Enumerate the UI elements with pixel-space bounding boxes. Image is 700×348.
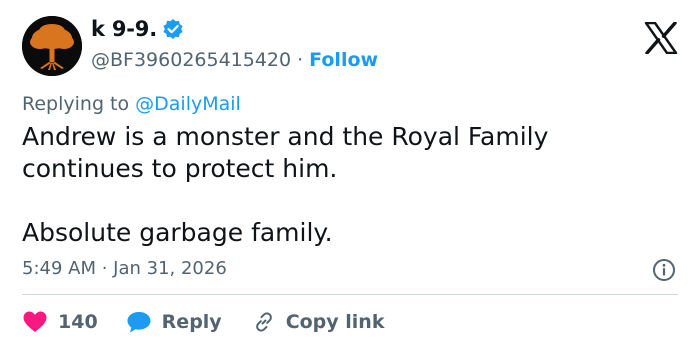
reply-target-link[interactable]: @DailyMail bbox=[135, 93, 241, 115]
tree-avatar-image bbox=[22, 16, 82, 76]
follow-button[interactable]: Follow bbox=[309, 49, 378, 71]
reply-label: Reply bbox=[161, 311, 222, 333]
tweet-line: Andrew is a monster and the Royal Family bbox=[22, 122, 549, 151]
tweet-line: continues to protect him. bbox=[22, 154, 338, 183]
author-display-name[interactable]: k 9-9. bbox=[91, 17, 157, 41]
author-handle[interactable]: @BF3960265415420 bbox=[91, 49, 291, 71]
tweet-timestamp[interactable]: 5:49 AM · Jan 31, 2026 bbox=[22, 258, 227, 279]
x-logo-icon[interactable] bbox=[644, 22, 678, 54]
replying-to-label: Replying to bbox=[22, 93, 136, 115]
avatar[interactable] bbox=[22, 16, 82, 76]
heart-icon bbox=[23, 311, 47, 332]
copy-link-label: Copy link bbox=[285, 311, 385, 333]
info-icon[interactable] bbox=[652, 258, 676, 282]
reply-bubble-icon bbox=[127, 312, 151, 333]
copy-link-button[interactable]: Copy link bbox=[252, 310, 385, 334]
verified-badge-icon bbox=[162, 18, 184, 40]
author-handle-row: @BF3960265415420 · Follow bbox=[91, 49, 378, 71]
replying-to: Replying to @DailyMail bbox=[22, 93, 241, 115]
link-icon bbox=[255, 312, 272, 332]
tweet-text: Andrew is a monster and the Royal Family… bbox=[22, 121, 662, 249]
separator-dot: · bbox=[297, 49, 304, 71]
like-count: 140 bbox=[58, 311, 98, 333]
reply-button[interactable]: Reply bbox=[126, 310, 222, 334]
author-name-row: k 9-9. bbox=[91, 17, 184, 41]
action-bar: 140 Reply Copy link bbox=[22, 308, 414, 336]
divider bbox=[22, 294, 678, 295]
like-button[interactable]: 140 bbox=[22, 310, 98, 334]
tweet-line: Absolute garbage family. bbox=[22, 218, 333, 247]
